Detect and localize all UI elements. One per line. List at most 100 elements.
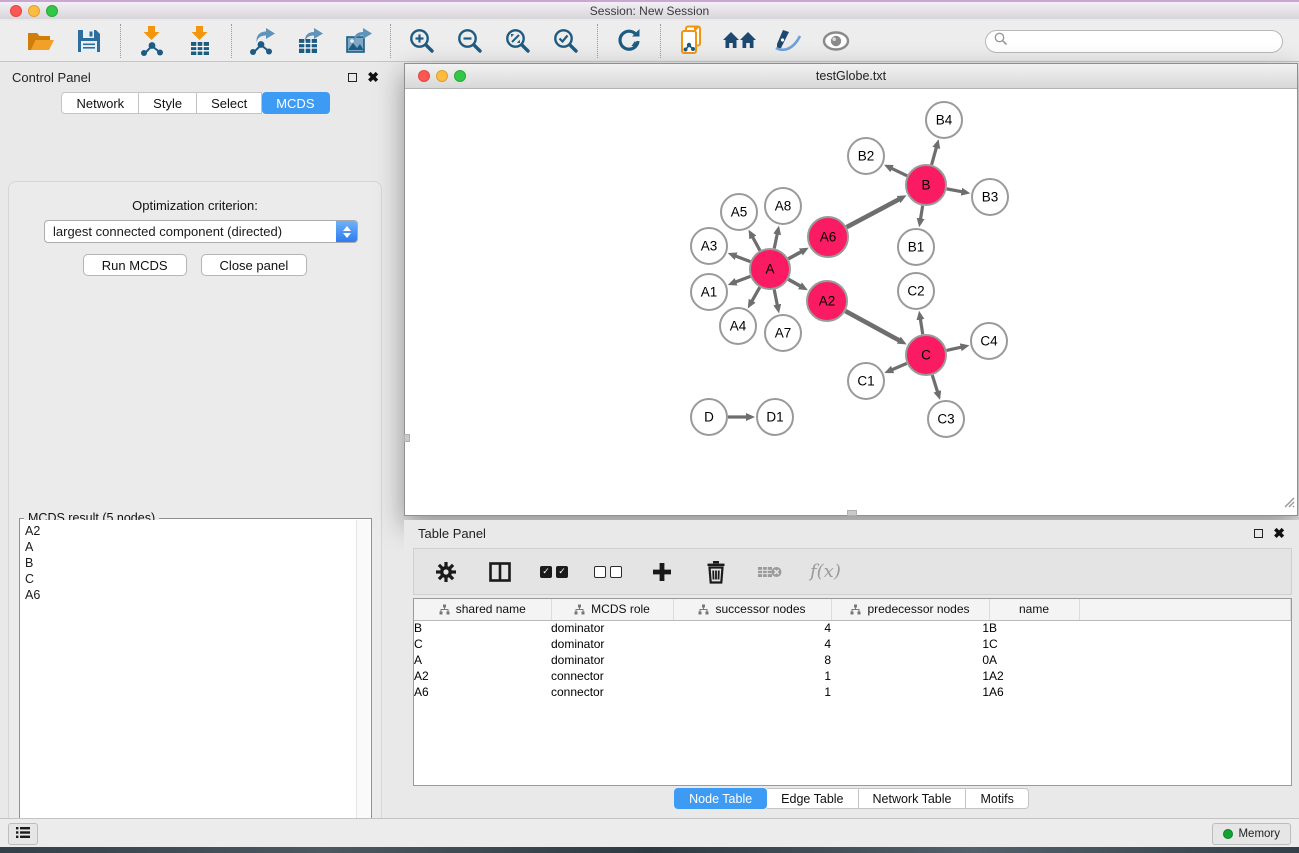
cell-successor_nodes[interactable]: 4 — [673, 636, 831, 652]
graph-edge-B-B2[interactable] — [891, 168, 907, 176]
save-session-button[interactable] — [72, 24, 106, 58]
maximize-network-window-icon[interactable] — [454, 70, 466, 82]
column-header-shared-name[interactable]: shared name — [414, 599, 551, 620]
cell-predecessor_nodes[interactable]: 1 — [831, 620, 989, 636]
cell-successor_nodes[interactable]: 1 — [673, 684, 831, 700]
close-panel-icon[interactable]: ✖ — [367, 72, 379, 82]
hide-graphics-details-button[interactable] — [771, 24, 805, 58]
graph-edge-A6-B[interactable] — [847, 199, 900, 227]
network-canvas[interactable]: AA1A2A3A4A5A6A7A8BB1B2B3B4CC1C2C3C4DD1 — [405, 89, 1297, 515]
cell-shared_name[interactable]: A6 — [414, 684, 551, 700]
mcds-list-scrollbar[interactable] — [356, 520, 370, 853]
maximize-window-icon[interactable] — [46, 5, 58, 17]
cell-shared_name[interactable]: B — [414, 620, 551, 636]
graph-edge-A-A2[interactable] — [788, 279, 801, 286]
cell-name[interactable]: C — [989, 636, 1079, 652]
graph-edge-A-A8[interactable] — [774, 233, 777, 248]
float-table-panel-icon[interactable] — [1254, 529, 1263, 538]
graph-edge-A2-C[interactable] — [845, 311, 899, 341]
cell-shared_name[interactable]: A2 — [414, 668, 551, 684]
column-header-name[interactable]: name — [989, 599, 1079, 620]
minimize-network-window-icon[interactable] — [436, 70, 448, 82]
graph-edge-A-A3[interactable] — [735, 256, 750, 262]
import-network-button[interactable] — [135, 24, 169, 58]
network-from-file-button[interactable] — [675, 24, 709, 58]
table-row[interactable]: Bdominator41B — [414, 620, 1291, 636]
column-header-predecessor-nodes[interactable]: predecessor nodes — [831, 599, 989, 620]
cell-mcds_role[interactable]: dominator — [551, 652, 673, 668]
close-panel-button[interactable]: Close panel — [201, 254, 308, 276]
cell-predecessor_nodes[interactable]: 1 — [831, 636, 989, 652]
delete-column-button[interactable] — [702, 558, 730, 586]
column-header-mcds-role[interactable]: MCDS role — [551, 599, 673, 620]
search-input[interactable] — [1013, 34, 1274, 48]
run-mcds-button[interactable]: Run MCDS — [83, 254, 187, 276]
graph-edge-B-B1[interactable] — [920, 206, 922, 220]
cell-successor_nodes[interactable]: 8 — [673, 652, 831, 668]
table-row[interactable]: Adominator80A — [414, 652, 1291, 668]
home-button[interactable] — [723, 24, 757, 58]
graph-edge-C-C2[interactable] — [920, 319, 922, 335]
cell-successor_nodes[interactable]: 1 — [673, 668, 831, 684]
float-panel-icon[interactable] — [348, 73, 357, 82]
export-image-button[interactable] — [342, 24, 376, 58]
criterion-select[interactable]: largest connected component (directed) — [44, 220, 358, 243]
graph-edge-C-C1[interactable] — [892, 363, 907, 370]
graph-edge-A-A1[interactable] — [735, 276, 750, 282]
tab-style[interactable]: Style — [139, 92, 197, 114]
tab-edge-table[interactable]: Edge Table — [767, 788, 858, 809]
cell-mcds_role[interactable]: connector — [551, 668, 673, 684]
import-table-button[interactable] — [183, 24, 217, 58]
cell-shared_name[interactable]: A — [414, 652, 551, 668]
select-all-columns-button[interactable]: ✓ ✓ — [540, 566, 568, 578]
mcds-result-item[interactable]: A6 — [25, 587, 352, 603]
mcds-result-item[interactable]: A2 — [25, 523, 352, 539]
close-window-icon[interactable] — [10, 5, 22, 17]
tab-select[interactable]: Select — [197, 92, 262, 114]
graph-edge-A-A4[interactable] — [752, 287, 760, 301]
graph-edge-A-A7[interactable] — [774, 290, 777, 306]
refresh-button[interactable] — [612, 24, 646, 58]
task-history-button[interactable] — [8, 823, 38, 845]
table-row[interactable]: Cdominator41C — [414, 636, 1291, 652]
add-column-button[interactable] — [648, 558, 676, 586]
close-network-window-icon[interactable] — [418, 70, 430, 82]
bottom-edge-grip[interactable] — [847, 510, 857, 516]
cell-predecessor_nodes[interactable]: 1 — [831, 684, 989, 700]
delete-table-button[interactable] — [756, 558, 784, 586]
cell-name[interactable]: A — [989, 652, 1079, 668]
resize-grip-icon[interactable] — [1281, 494, 1295, 513]
deselect-all-columns-button[interactable] — [594, 566, 622, 578]
tab-mcds[interactable]: MCDS — [262, 92, 329, 114]
tab-motifs[interactable]: Motifs — [966, 788, 1028, 809]
mcds-result-item[interactable]: A — [25, 539, 352, 555]
graph-edge-A-A6[interactable] — [788, 251, 801, 258]
tab-network-table[interactable]: Network Table — [859, 788, 967, 809]
cell-name[interactable]: A6 — [989, 684, 1079, 700]
zoom-selected-button[interactable] — [549, 24, 583, 58]
left-edge-grip[interactable] — [404, 434, 410, 442]
cell-mcds_role[interactable]: dominator — [551, 636, 673, 652]
cell-mcds_role[interactable]: connector — [551, 684, 673, 700]
cell-successor_nodes[interactable]: 4 — [673, 620, 831, 636]
zoom-fit-button[interactable] — [501, 24, 535, 58]
export-network-button[interactable] — [246, 24, 280, 58]
tab-node-table[interactable]: Node Table — [674, 788, 767, 809]
show-details-eye-button[interactable] — [819, 24, 853, 58]
table-settings-button[interactable] — [432, 558, 460, 586]
search-field[interactable] — [985, 30, 1283, 53]
mcds-result-item[interactable]: B — [25, 555, 352, 571]
export-table-button[interactable] — [294, 24, 328, 58]
graph-edge-B-B4[interactable] — [932, 147, 937, 165]
graph-edge-C-C3[interactable] — [932, 375, 937, 392]
table-row[interactable]: A6connector11A6 — [414, 684, 1291, 700]
cell-predecessor_nodes[interactable]: 1 — [831, 668, 989, 684]
memory-button[interactable]: Memory — [1212, 823, 1291, 845]
cell-mcds_role[interactable]: dominator — [551, 620, 673, 636]
close-table-panel-icon[interactable]: ✖ — [1273, 528, 1285, 538]
column-header-successor-nodes[interactable]: successor nodes — [673, 599, 831, 620]
tab-network[interactable]: Network — [61, 92, 139, 114]
split-columns-button[interactable] — [486, 558, 514, 586]
zoom-in-button[interactable] — [405, 24, 439, 58]
function-builder-button[interactable]: f(x) — [810, 561, 841, 582]
